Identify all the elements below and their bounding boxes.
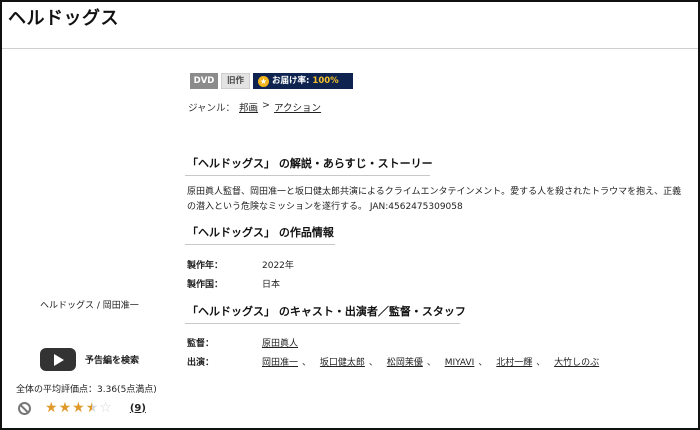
rating-row: ★ ★ ★ ★ ☆ (9) bbox=[18, 401, 146, 415]
star-rating: ★ ★ ★ ★ ☆ bbox=[45, 401, 112, 415]
cast-heading: 「ヘルドッグス」 のキャスト・出演者／監督・スタッフ bbox=[185, 303, 466, 324]
cast-separator: 、 bbox=[368, 358, 378, 368]
cast-separator: 、 bbox=[478, 358, 488, 368]
cast-list: 岡田准一、 坂口健太郎、 松岡茉優、 MIYAVI、 北村一輝、 大竹しのぶ bbox=[262, 355, 603, 368]
genre-label: ジャンル： bbox=[188, 103, 236, 114]
cast-separator: 、 bbox=[426, 358, 436, 368]
breadcrumb-separator: > bbox=[262, 100, 271, 111]
age-badge: 旧作 bbox=[221, 73, 250, 89]
product-name: ヘルドッグス / 岡田准一 bbox=[40, 301, 139, 311]
cast-separator: 、 bbox=[536, 358, 546, 368]
cast-link[interactable]: 松岡茉優 bbox=[387, 358, 423, 368]
delivery-rate-badge: ★ お届け率: 100% bbox=[253, 73, 353, 89]
page-frame: ヘルドッグス DVD 旧作 ★ お届け率: 100% ジャンル： 邦画 > アク… bbox=[0, 0, 700, 430]
year-label: 製作年： bbox=[187, 261, 224, 271]
director-label: 監督： bbox=[187, 339, 215, 349]
star-icon: ★ bbox=[72, 400, 85, 416]
average-rating: 全体の平均評価点： 3.36(5点満点) bbox=[16, 382, 157, 395]
director-link[interactable]: 原田眞人 bbox=[262, 339, 298, 349]
country-value: 日本 bbox=[262, 280, 281, 290]
trailer-label: 予告編を検索 bbox=[85, 356, 140, 366]
star-icon: ★ bbox=[45, 400, 58, 416]
trailer-search-button[interactable]: 予告編を検索 bbox=[40, 348, 139, 371]
delivery-label: お届け率: bbox=[272, 76, 310, 86]
star-icon: ☆ bbox=[99, 400, 112, 416]
cast-link[interactable]: 坂口健太郎 bbox=[320, 358, 365, 368]
cast-separator: 、 bbox=[302, 358, 312, 368]
delivery-rate: 100% bbox=[312, 76, 339, 86]
page-title: ヘルドッグス bbox=[8, 8, 119, 29]
genre-breadcrumb: ジャンル： 邦画 > アクション bbox=[188, 100, 321, 114]
cast-label: 出演： bbox=[187, 358, 215, 368]
synopsis-line: の潜入という危険なミッションを遂行する。 JAN:4562475309058 bbox=[187, 202, 463, 212]
synopsis-heading: 「ヘルドッグス」 の解説・あらすじ・ストーリー bbox=[185, 155, 433, 176]
country-label: 製作国： bbox=[187, 280, 224, 290]
average-rating-value: 3.36(5点満点) bbox=[97, 385, 157, 395]
average-rating-label: 全体の平均評価点： bbox=[16, 385, 98, 395]
info-row-country: 製作国： 日本 bbox=[187, 277, 280, 290]
review-count-link[interactable]: (9) bbox=[130, 403, 146, 414]
title-divider bbox=[2, 48, 698, 49]
cast-link[interactable]: 大竹しのぶ bbox=[554, 358, 599, 368]
star-icon: ★ bbox=[85, 400, 99, 416]
star-icon: ★ bbox=[58, 400, 72, 416]
genre-link-action[interactable]: アクション bbox=[274, 100, 321, 114]
info-row-director: 監督： 原田眞人 bbox=[187, 336, 302, 349]
genre-link-japanese-film[interactable]: 邦画 bbox=[239, 100, 258, 114]
medal-star-icon: ★ bbox=[258, 75, 269, 87]
cast-link[interactable]: 岡田准一 bbox=[262, 358, 298, 368]
badge-row: DVD 旧作 ★ お届け率: 100% bbox=[190, 73, 353, 89]
info-row-cast: 出演： 岡田准一、 坂口健太郎、 松岡茉優、 MIYAVI、 北村一輝、 大竹し… bbox=[187, 355, 603, 368]
synopsis-text: 原田眞人監督、岡田准一と坂口健太郎共演によるクライムエンタテインメント。愛する人… bbox=[187, 185, 698, 215]
synopsis-line: 原田眞人監督、岡田准一と坂口健太郎共演によるクライムエンタテインメント。愛する人… bbox=[187, 187, 682, 197]
cast-link[interactable]: MIYAVI bbox=[445, 358, 475, 368]
format-badge: DVD bbox=[190, 73, 218, 89]
play-icon[interactable] bbox=[40, 348, 76, 371]
cast-link[interactable]: 北村一輝 bbox=[496, 358, 532, 368]
year-value: 2022年 bbox=[262, 261, 294, 271]
info-heading: 「ヘルドッグス」 の作品情報 bbox=[185, 224, 335, 245]
info-row-year: 製作年： 2022年 bbox=[187, 258, 294, 271]
no-entry-icon[interactable] bbox=[18, 401, 31, 415]
